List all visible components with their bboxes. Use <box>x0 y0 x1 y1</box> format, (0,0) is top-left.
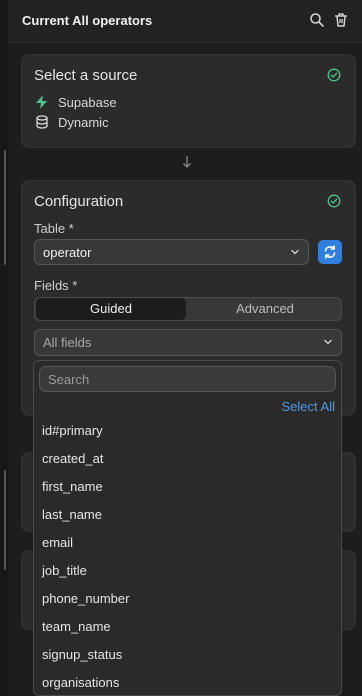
chevron-down-icon <box>291 249 299 255</box>
mode-option-guided[interactable]: Guided <box>36 298 186 320</box>
fields-select[interactable]: All fields <box>34 329 342 356</box>
source-card[interactable]: Select a source Supabase Dynamic <box>21 54 356 148</box>
fields-select-value: All fields <box>43 335 92 350</box>
refresh-button[interactable] <box>318 240 342 264</box>
field-option[interactable]: team_name <box>34 613 341 641</box>
configuration-title: Configuration <box>34 193 124 210</box>
table-select-value: operator <box>43 245 92 260</box>
source-item-supabase[interactable]: Supabase <box>34 94 117 110</box>
table-select[interactable]: operator <box>34 239 309 265</box>
field-option[interactable]: email <box>34 529 341 557</box>
select-all-link[interactable]: Select All <box>282 399 335 414</box>
source-card-title: Select a source <box>34 67 138 84</box>
field-option[interactable]: last_name <box>34 501 341 529</box>
mode-option-advanced[interactable]: Advanced <box>189 298 341 320</box>
table-label: Table * <box>34 221 74 236</box>
search-input[interactable] <box>39 366 336 392</box>
fields-mode-toggle[interactable]: Guided Advanced <box>34 297 342 321</box>
field-option[interactable]: id#primary <box>34 417 341 445</box>
check-circle-icon <box>327 68 341 82</box>
bolt-icon <box>36 95 47 109</box>
panel-header: Current All operators <box>8 0 362 43</box>
fields-label: Fields * <box>34 278 78 293</box>
field-option[interactable]: signup_status <box>34 641 341 669</box>
field-option[interactable]: phone_number <box>34 585 341 613</box>
fields-dropdown-menu: Select All id#primary created_at first_n… <box>33 360 342 696</box>
database-icon <box>36 115 48 129</box>
field-option[interactable]: created_at <box>34 445 341 473</box>
scroll-indicator[interactable] <box>4 150 6 265</box>
trash-icon[interactable] <box>332 11 350 29</box>
check-circle-icon <box>327 194 341 208</box>
refresh-icon <box>324 245 336 259</box>
chevron-down-icon <box>324 339 332 345</box>
field-options-list: id#primary created_at first_name last_na… <box>34 417 341 695</box>
left-panel-strip <box>0 0 8 696</box>
scroll-indicator-lower[interactable] <box>4 470 6 570</box>
panel-title: Current All operators <box>22 13 153 28</box>
source-item-dynamic[interactable]: Dynamic <box>34 114 109 130</box>
source-item-label: Dynamic <box>58 114 109 130</box>
field-option[interactable]: job_title <box>34 557 341 585</box>
source-item-label: Supabase <box>58 94 117 110</box>
field-option[interactable]: first_name <box>34 473 341 501</box>
arrow-down-icon <box>183 156 191 168</box>
search-icon[interactable] <box>308 11 326 29</box>
field-option[interactable]: organisations <box>34 669 341 695</box>
